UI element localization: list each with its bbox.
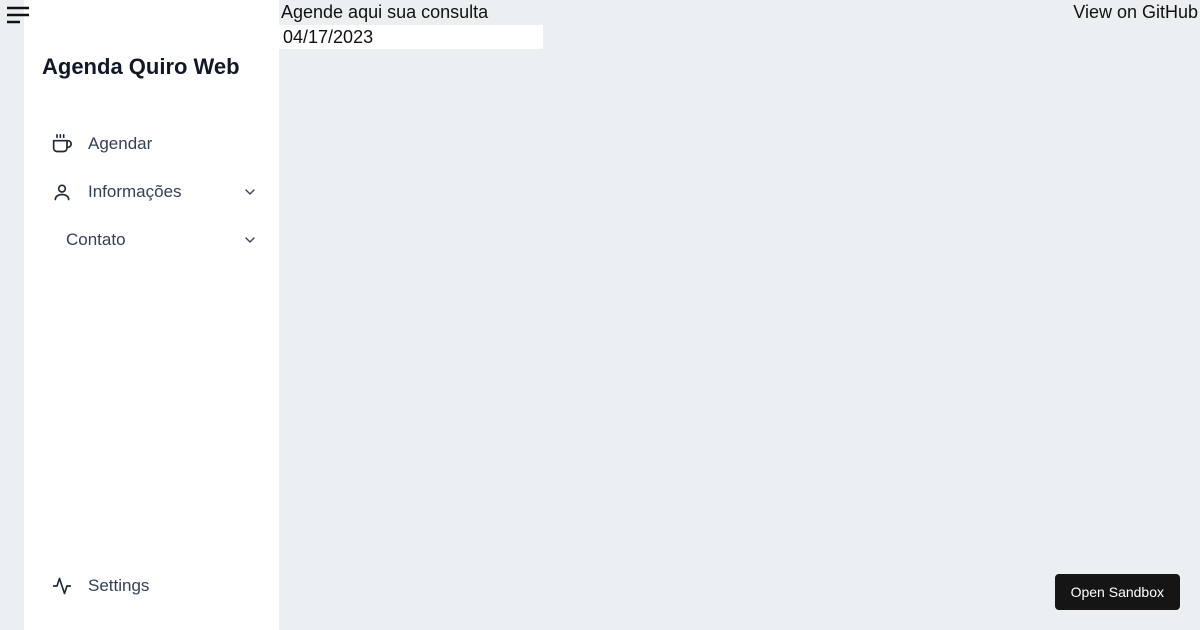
user-icon [52, 182, 72, 202]
sidebar-item-label: Agendar [88, 134, 259, 154]
coffee-icon [52, 134, 72, 154]
view-on-github-link[interactable]: View on GitHub [1073, 2, 1198, 23]
date-input[interactable] [279, 25, 543, 49]
sidebar-nav: Agendar Informações Contato [24, 120, 279, 264]
sidebar-item-label: Contato [66, 230, 241, 250]
sidebar-item-settings[interactable]: Settings [24, 562, 279, 610]
chevron-down-icon [241, 183, 259, 201]
sidebar-item-label: Informações [88, 182, 241, 202]
sidebar: Agenda Quiro Web Agendar [24, 0, 279, 630]
activity-icon [52, 576, 72, 596]
sidebar-footer: Settings [24, 562, 279, 630]
sidebar-item-agendar[interactable]: Agendar [24, 120, 279, 168]
sidebar-item-informacoes[interactable]: Informações [24, 168, 279, 216]
hamburger-menu-icon[interactable] [6, 6, 30, 24]
brand-title: Agenda Quiro Web [24, 54, 279, 80]
sidebar-item-contato[interactable]: Contato [24, 216, 279, 264]
sidebar-item-label: Settings [88, 576, 259, 596]
open-sandbox-button[interactable]: Open Sandbox [1055, 574, 1180, 610]
page-header-text: Agende aqui sua consulta [279, 0, 1200, 23]
main-content: Agende aqui sua consulta [279, 0, 1200, 630]
chevron-down-icon [241, 231, 259, 249]
